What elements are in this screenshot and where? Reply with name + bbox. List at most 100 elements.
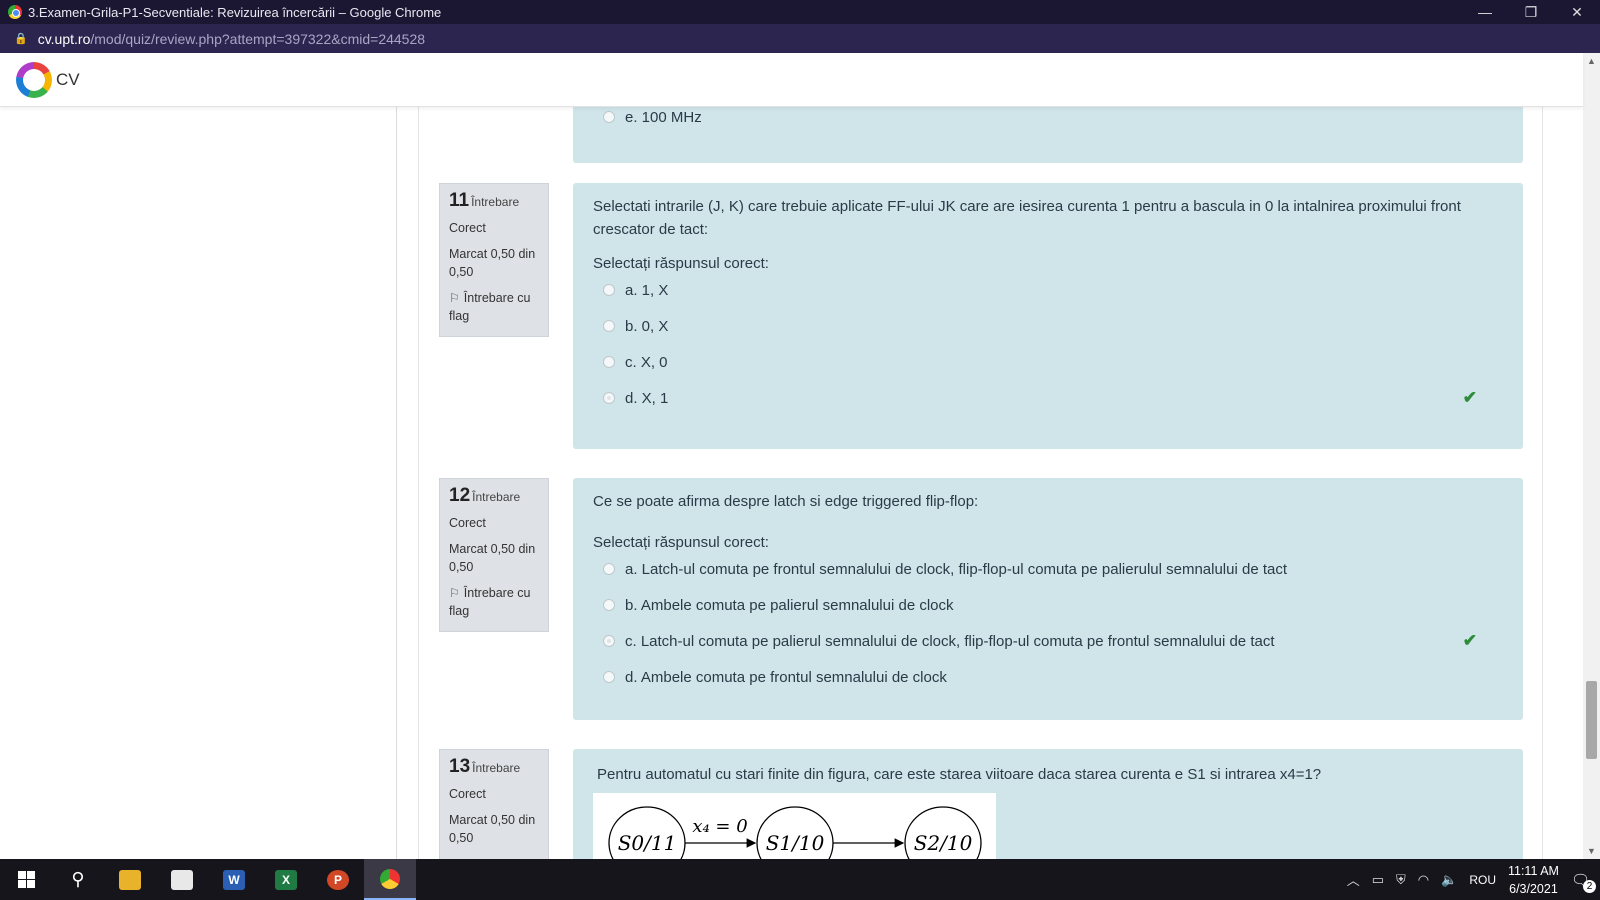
answer-option-c[interactable]: c. Latch-ul comuta pe palierul semnalulu… xyxy=(593,623,1503,659)
divider xyxy=(418,107,419,859)
question-text: Selectati intrarile (J, K) care trebuie … xyxy=(593,198,1461,238)
answer-option-a[interactable]: a. Latch-ul comuta pe frontul semnalului… xyxy=(593,551,1503,587)
store-button[interactable] xyxy=(156,859,208,900)
url-domain: cv.upt.ro xyxy=(37,30,91,47)
question-word: Întrebare xyxy=(471,195,520,209)
fsm-diagram-svg: S0/11 S1/10 S2/10 x₄ = 0 xyxy=(608,806,982,859)
site-name[interactable]: CV xyxy=(56,70,80,90)
flag-label: Întrebare cu flag xyxy=(449,291,531,323)
radio-button-selected[interactable] xyxy=(603,635,615,647)
chrome-taskbar-button[interactable] xyxy=(364,859,416,900)
scroll-down-arrow-icon[interactable]: ▼ xyxy=(1583,843,1600,859)
divider xyxy=(396,107,397,859)
clock-time: 11:11 AM xyxy=(1507,863,1559,878)
maximize-button[interactable]: ❐ xyxy=(1508,0,1554,24)
option-label: e. 100 MHz xyxy=(625,108,702,126)
option-label: c. X, 0 xyxy=(625,353,668,371)
powerpoint-button[interactable]: P xyxy=(312,859,364,900)
radio-button[interactable] xyxy=(603,320,615,332)
option-label: b. Ambele comuta pe palierul semnalului … xyxy=(625,596,954,614)
notification-count: 2 xyxy=(1583,879,1596,893)
radio-button[interactable] xyxy=(603,563,615,575)
word-button[interactable]: W xyxy=(208,859,260,900)
question-word: Întrebare xyxy=(472,490,521,504)
correct-check-icon: ✔ xyxy=(1462,631,1477,650)
search-icon: ⚲ xyxy=(71,869,85,889)
start-button[interactable] xyxy=(0,859,52,900)
word-icon: W xyxy=(223,869,245,890)
volume-icon[interactable]: 🔈 xyxy=(1441,872,1457,888)
question-11-info: 11 Întrebare Corect Marcat 0,50 din 0,50 … xyxy=(439,183,549,337)
search-button[interactable]: ⚲ xyxy=(52,859,104,900)
option-label: c. Latch-ul comuta pe palierul semnalulu… xyxy=(625,632,1275,650)
system-tray: ︿ ▭ ⛨ ◠ 🔈 ROU 11:11 AM 6/3/2021 🗨 2 xyxy=(1347,862,1600,898)
question-status: Corect xyxy=(449,516,486,530)
page-scrollbar[interactable]: ▲ ▼ xyxy=(1583,53,1600,859)
state-label: S0/11 xyxy=(618,831,677,855)
option-label: b. 0, X xyxy=(625,317,669,335)
close-button[interactable]: ✕ xyxy=(1554,0,1600,24)
option-label: a. Latch-ul comuta pe frontul semnalului… xyxy=(625,560,1288,578)
radio-button[interactable] xyxy=(603,599,615,611)
chrome-logo-icon xyxy=(8,5,22,19)
question-status: Corect xyxy=(449,221,486,235)
question-number: 12 xyxy=(449,485,471,506)
question-mark: Marcat 0,50 din 0,50 xyxy=(449,542,536,574)
flag-icon: ⚐ xyxy=(449,291,460,305)
flag-label: Întrebare cu flag xyxy=(449,586,531,618)
question-12-info: 12 Întrebare Corect Marcat 0,50 din 0,50 … xyxy=(439,478,549,632)
answer-option-a[interactable]: a. 1, X xyxy=(593,272,1503,308)
answer-option[interactable]: e. 100 MHz xyxy=(593,107,1503,135)
answer-option-b[interactable]: b. 0, X xyxy=(593,308,1503,344)
battery-icon[interactable]: ▭ xyxy=(1372,872,1384,888)
flag-question-link[interactable]: ⚐ Întrebare cu flag xyxy=(449,584,539,620)
answer-option-d[interactable]: d. Ambele comuta pe frontul semnalului d… xyxy=(593,659,1503,695)
answer-option-b[interactable]: b. Ambele comuta pe palierul semnalului … xyxy=(593,587,1503,623)
question-word: Întrebare xyxy=(472,761,521,775)
question-text: Ce se poate afirma despre latch si edge … xyxy=(593,493,979,510)
answer-option-d[interactable]: d. X, 1 ✔ xyxy=(593,380,1503,416)
chevron-up-icon[interactable]: ︿ xyxy=(1347,870,1360,889)
radio-button[interactable] xyxy=(603,671,615,683)
question-mark: Marcat 0,50 din 0,50 xyxy=(449,813,536,845)
answer-option-c[interactable]: c. X, 0 xyxy=(593,344,1503,380)
language-indicator[interactable]: ROU xyxy=(1469,873,1496,887)
state-label: S1/10 xyxy=(766,831,825,855)
excel-icon: X xyxy=(275,869,297,890)
option-label: a. 1, X xyxy=(625,281,669,299)
flag-question-link[interactable]: ⚐ Întrebare cu flag xyxy=(449,289,539,325)
scrollbar-thumb[interactable] xyxy=(1586,681,1597,759)
radio-button[interactable] xyxy=(603,356,615,368)
window-title: 3.Examen-Grila-P1-Secventiale: Revizuire… xyxy=(28,4,442,20)
flag-icon: ⚐ xyxy=(449,586,460,600)
transition-label: x₄ = 0 xyxy=(692,816,747,837)
windows-logo-icon xyxy=(17,871,35,888)
minimize-button[interactable]: — xyxy=(1462,0,1508,24)
taskbar: ⚲ W X P ︿ ▭ ⛨ ◠ 🔈 ROU 11:11 AM 6/3/2021 … xyxy=(0,859,1600,900)
security-icon[interactable]: ⛨ xyxy=(1396,872,1406,888)
excel-button[interactable]: X xyxy=(260,859,312,900)
wifi-icon[interactable]: ◠ xyxy=(1418,872,1429,888)
address-bar[interactable]: 🔒 cv.upt.ro/mod/quiz/review.php?attempt=… xyxy=(0,24,1600,53)
question-13-content: Pentru automatul cu stari finite din fig… xyxy=(573,749,1523,859)
store-icon xyxy=(171,869,193,890)
radio-button[interactable] xyxy=(603,284,615,296)
divider xyxy=(1542,107,1543,859)
option-label: d. X, 1 xyxy=(625,389,669,407)
clock[interactable]: 11:11 AM 6/3/2021 xyxy=(1508,862,1559,898)
question-11-content: Selectati intrarile (J, K) care trebuie … xyxy=(573,183,1523,449)
site-logo-icon[interactable] xyxy=(16,61,52,98)
question-text: Pentru automatul cu stari finite din fig… xyxy=(597,766,1322,783)
radio-button[interactable] xyxy=(603,111,615,123)
answer-prompt: Selectați răspunsul corect: xyxy=(593,534,769,551)
window-titlebar: 3.Examen-Grila-P1-Secventiale: Revizuire… xyxy=(0,0,1600,24)
radio-button-selected[interactable] xyxy=(603,392,615,404)
answer-prompt: Selectați răspunsul corect: xyxy=(593,255,769,272)
question-12-content: Ce se poate afirma despre latch si edge … xyxy=(573,478,1523,720)
url-path: /mod/quiz/review.php?attempt=397322&cmid… xyxy=(90,30,426,47)
powerpoint-icon: P xyxy=(327,869,349,890)
file-explorer-button[interactable] xyxy=(104,859,156,900)
notification-icon[interactable]: 🗨 2 xyxy=(1571,871,1596,893)
fsm-diagram: S0/11 S1/10 S2/10 x₄ = 0 xyxy=(593,793,996,859)
scroll-up-arrow-icon[interactable]: ▲ xyxy=(1583,53,1600,69)
